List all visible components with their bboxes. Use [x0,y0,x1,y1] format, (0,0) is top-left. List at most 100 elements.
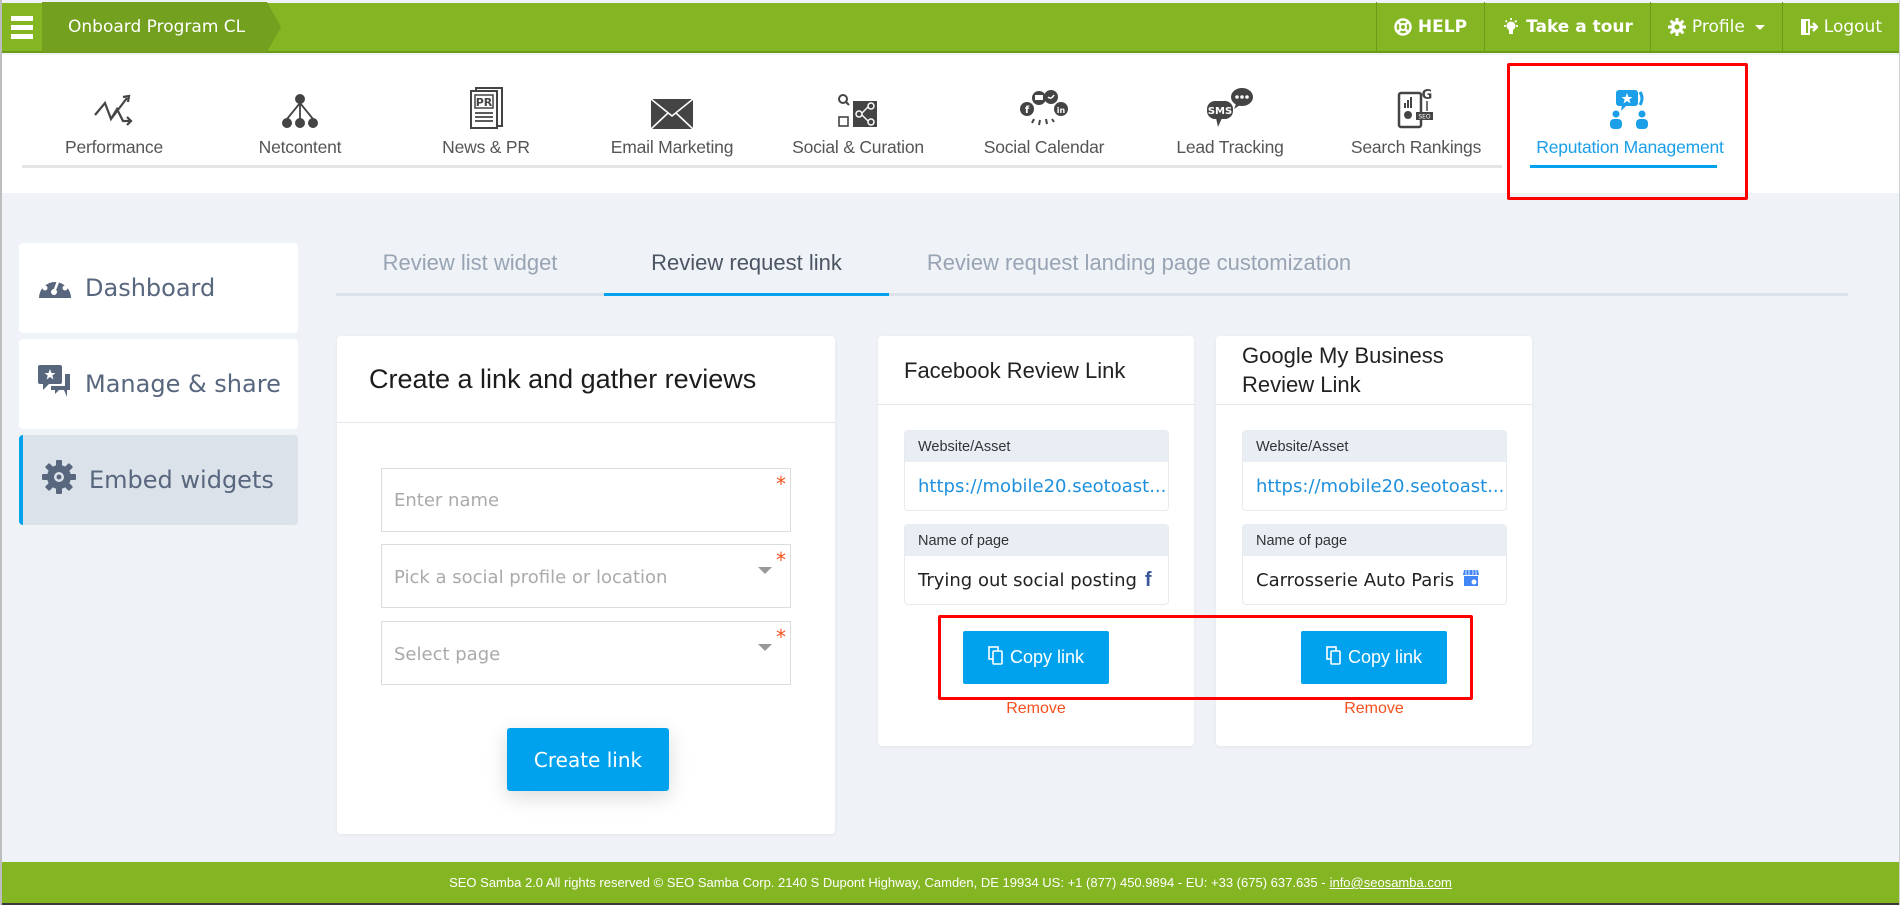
help-button[interactable]: HELP [1375,2,1484,52]
create-link-card-header: Create a link and gather reviews [337,336,835,423]
card-title: Facebook Review Link [904,357,1126,383]
chevron-down-icon [1754,24,1765,30]
module-netcontent[interactable]: Netcontent [207,87,393,167]
create-link-button[interactable]: Create link [507,728,669,791]
module-label: News & PR [442,137,530,157]
facebook-icon: f [1144,568,1152,591]
logout-door-icon [1800,18,1818,36]
website-asset-box: Website/Asset https://mobile20.seotoast.… [1242,430,1507,511]
select-placeholder: Select page [394,644,501,665]
performance-trend-icon [93,87,135,129]
page-name-value-row: Carrosserie Auto Paris [1243,556,1506,604]
module-label: Netcontent [258,137,342,157]
svg-text:SEO: SEO [1418,114,1431,121]
module-label: Search Rankings [1350,137,1482,157]
seo-rankings-icon: G SEO [1396,87,1436,129]
page-name-label: Name of page [905,525,1168,556]
copy-link-button[interactable]: Copy link [963,631,1109,684]
create-link-card: Create a link and gather reviews * Pick … [337,336,835,834]
module-search-rankings[interactable]: G SEO Search Rankings [1323,87,1509,167]
social-profile-select[interactable]: Pick a social profile or location * [381,544,791,608]
module-email-marketing[interactable]: Email Marketing [579,87,765,167]
lifebuoy-icon [1394,18,1412,36]
website-asset-link[interactable]: https://mobile20.seotoast... [1243,462,1506,510]
module-news-pr[interactable]: PR News & PR [393,87,579,167]
envelope-icon [651,87,693,129]
website-asset-label: Website/Asset [1243,431,1506,462]
name-input[interactable] [382,469,790,531]
lightbulb-icon [1502,17,1520,37]
page-select[interactable]: Select page * [381,621,791,685]
page-name-value-row: Trying out social posting f [905,556,1168,604]
module-label: Lead Tracking [1176,137,1284,157]
sidebar-item-manage-share[interactable]: Manage & share [19,339,298,429]
svg-text:f: f [1025,105,1030,116]
page-name-label: Name of page [1243,525,1506,556]
menu-icon-bar [11,33,33,39]
reputation-people-icon [1608,87,1652,129]
profile-label: Profile [1691,17,1745,37]
link-card-header: Facebook Review Link [878,336,1194,405]
required-asterisk: * [776,472,786,496]
tab-landing-page-customization[interactable]: Review request landing page customizatio… [889,230,1389,296]
pr-document-icon: PR [468,87,504,129]
link-card-header: Google My Business Review Link [1216,336,1532,405]
required-asterisk: * [776,625,786,649]
menu-icon-bar [11,15,33,21]
tab-review-list-widget[interactable]: Review list widget [336,230,604,296]
review-chat-star-icon [37,364,73,404]
copy-link-button[interactable]: Copy link [1301,631,1447,684]
widget-tabs: Review list widget Review request link R… [336,230,1848,296]
svg-text:G: G [1422,88,1433,103]
module-label: Social Calendar [983,137,1105,157]
module-performance[interactable]: Performance [21,87,207,167]
tab-label: Review list widget [382,250,558,275]
page-name-value: Trying out social posting [918,569,1137,591]
module-social-calendar[interactable]: f in Social Calendar [951,87,1137,167]
remove-link[interactable]: Remove [878,700,1194,718]
sms-chat-icon: SMS [1206,87,1254,129]
website-asset-link[interactable]: https://mobile20.seotoast... [905,462,1168,510]
tab-review-request-link[interactable]: Review request link [604,230,889,296]
footer-email-link[interactable]: info@seosamba.com [1330,875,1452,890]
gear-icon [1667,18,1686,36]
sidebar-item-label: Dashboard [85,274,216,302]
module-lead-tracking[interactable]: SMS Lead Tracking [1137,87,1323,167]
top-actions: HELP Take a tour Profile Logout [1375,2,1899,52]
remove-link[interactable]: Remove [1216,700,1532,718]
website-asset-label: Website/Asset [905,431,1168,462]
svg-text:SMS: SMS [1208,106,1232,117]
svg-text:PR: PR [476,96,493,109]
page-name-value: Carrosserie Auto Paris [1256,569,1455,591]
logout-button[interactable]: Logout [1781,2,1899,52]
menu-icon-bar [11,24,33,30]
card-title: Google My Business Review Link [1242,343,1444,397]
footer-text: SEO Samba 2.0 All rights reserved © SEO … [449,875,1326,890]
tab-label: Review request landing page customizatio… [926,250,1352,275]
name-field[interactable]: * [381,468,791,532]
sidebar-item-embed-widgets[interactable]: Embed widgets [19,435,298,525]
tour-label: Take a tour [1526,17,1633,37]
sidebar-item-dashboard[interactable]: Dashboard [19,243,298,333]
help-label: HELP [1417,17,1468,37]
copy-icon [988,645,1004,670]
sidebar-item-label: Manage & share [85,370,281,398]
copy-link-label: Copy link [1347,647,1423,667]
module-reputation-management[interactable]: Reputation Management [1510,87,1750,168]
caret-down-icon [758,644,772,651]
profile-dropdown[interactable]: Profile [1649,2,1782,52]
hamburger-menu-button[interactable] [2,2,42,52]
svg-text:in: in [1057,106,1066,115]
select-placeholder: Pick a social profile or location [394,567,668,588]
top-bar: Onboard Program CL HELP Take a tour Prof… [2,2,1899,53]
sidebar-item-label: Embed widgets [89,466,274,494]
take-a-tour-button[interactable]: Take a tour [1484,2,1650,52]
module-social-curation[interactable]: Social & Curation [765,87,951,167]
gmb-review-link-card: Google My Business Review Link Website/A… [1216,336,1532,746]
footer: SEO Samba 2.0 All rights reserved © SEO … [2,862,1899,903]
program-breadcrumb[interactable]: Onboard Program CL [42,2,282,52]
module-label: Email Marketing [610,137,734,157]
network-tree-icon [279,87,321,129]
module-label: Reputation Management [1536,137,1724,157]
module-label: Social & Curation [792,137,924,157]
